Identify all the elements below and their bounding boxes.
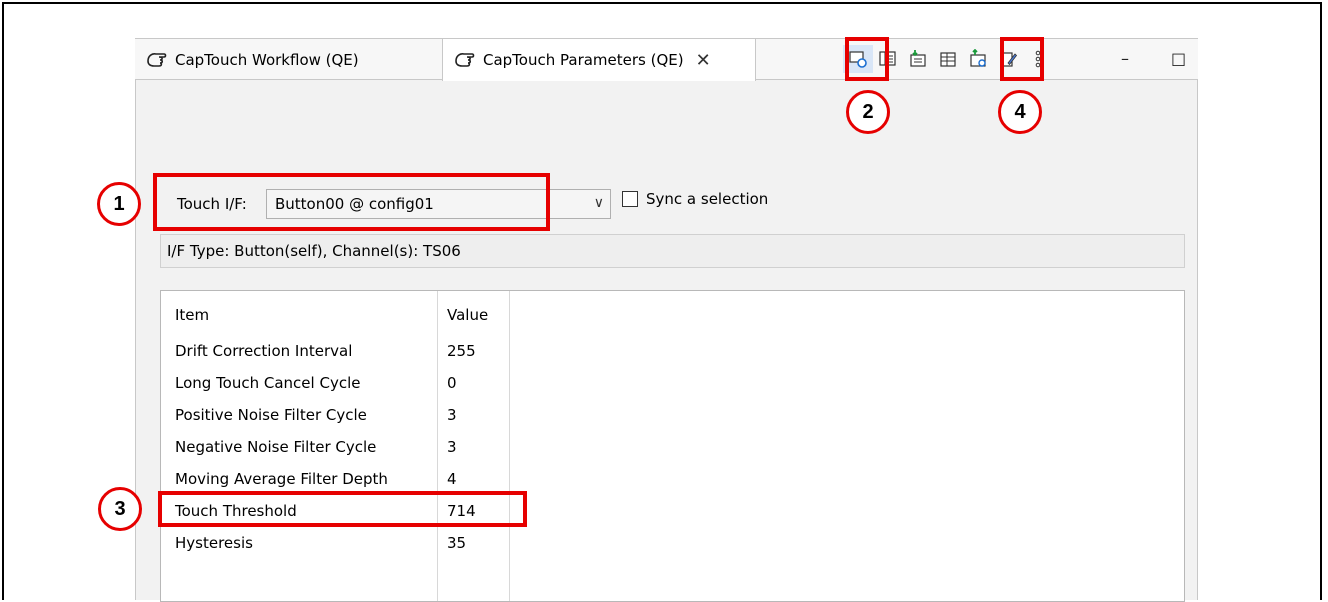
row-item[interactable]: Negative Noise Filter Cycle [175, 433, 376, 461]
if-type-text: I/F Type: Button(self), Channel(s): TS06 [167, 242, 461, 260]
minimize-icon[interactable]: – [1121, 49, 1129, 68]
column-divider[interactable] [509, 291, 510, 601]
row-value[interactable]: 4 [447, 465, 457, 493]
if-type-info: I/F Type: Button(self), Channel(s): TS06 [160, 234, 1185, 268]
column-divider[interactable] [437, 291, 438, 601]
parameter-table: Item Value Drift Correction Interval 255… [160, 290, 1185, 602]
callout-number-2: 2 [846, 90, 890, 134]
upload-icon [970, 49, 986, 67]
close-icon[interactable]: ✕ [696, 50, 711, 71]
row-value[interactable]: 3 [447, 401, 457, 429]
upload-button[interactable] [963, 45, 993, 73]
chevron-down-icon[interactable]: ∨ [594, 195, 604, 211]
maximize-icon[interactable]: □ [1171, 49, 1186, 68]
callout-number-3: 3 [98, 487, 142, 531]
hand-touch-icon [455, 53, 475, 67]
row-value[interactable]: 35 [447, 529, 466, 557]
row-value[interactable]: 255 [447, 337, 476, 365]
callout-box-touch-threshold [158, 491, 527, 527]
tab-captouch-workflow[interactable]: CapTouch Workflow (QE) [135, 39, 440, 80]
row-item[interactable]: Moving Average Filter Depth [175, 465, 388, 493]
row-value[interactable]: 3 [447, 433, 457, 461]
download-icon [910, 50, 926, 67]
tab-label: CapTouch Parameters (QE) [483, 51, 684, 69]
download-button[interactable] [903, 45, 933, 73]
header-item[interactable]: Item [175, 301, 209, 329]
row-value[interactable]: 0 [447, 369, 457, 397]
checkbox-box[interactable] [622, 191, 638, 207]
tab-label: CapTouch Workflow (QE) [175, 50, 359, 69]
callout-box-monitor-button [845, 37, 889, 81]
row-item[interactable]: Long Touch Cancel Cycle [175, 369, 360, 397]
row-item[interactable]: Positive Noise Filter Cycle [175, 401, 367, 429]
row-item[interactable]: Drift Correction Interval [175, 337, 352, 365]
row-item[interactable]: Hysteresis [175, 529, 253, 557]
header-value[interactable]: Value [447, 301, 488, 329]
callout-number-1: 1 [97, 182, 141, 226]
sync-label: Sync a selection [646, 190, 769, 208]
tab-captouch-parameters[interactable]: CapTouch Parameters (QE) ✕ [442, 39, 756, 81]
callout-number-4: 4 [998, 90, 1042, 134]
callout-box-touch-if [153, 173, 550, 231]
sync-selection-checkbox[interactable]: Sync a selection [622, 190, 768, 208]
hand-touch-icon [147, 52, 167, 67]
table-button[interactable] [933, 45, 963, 73]
table-icon [940, 52, 956, 67]
callout-box-write-button [1000, 37, 1044, 81]
